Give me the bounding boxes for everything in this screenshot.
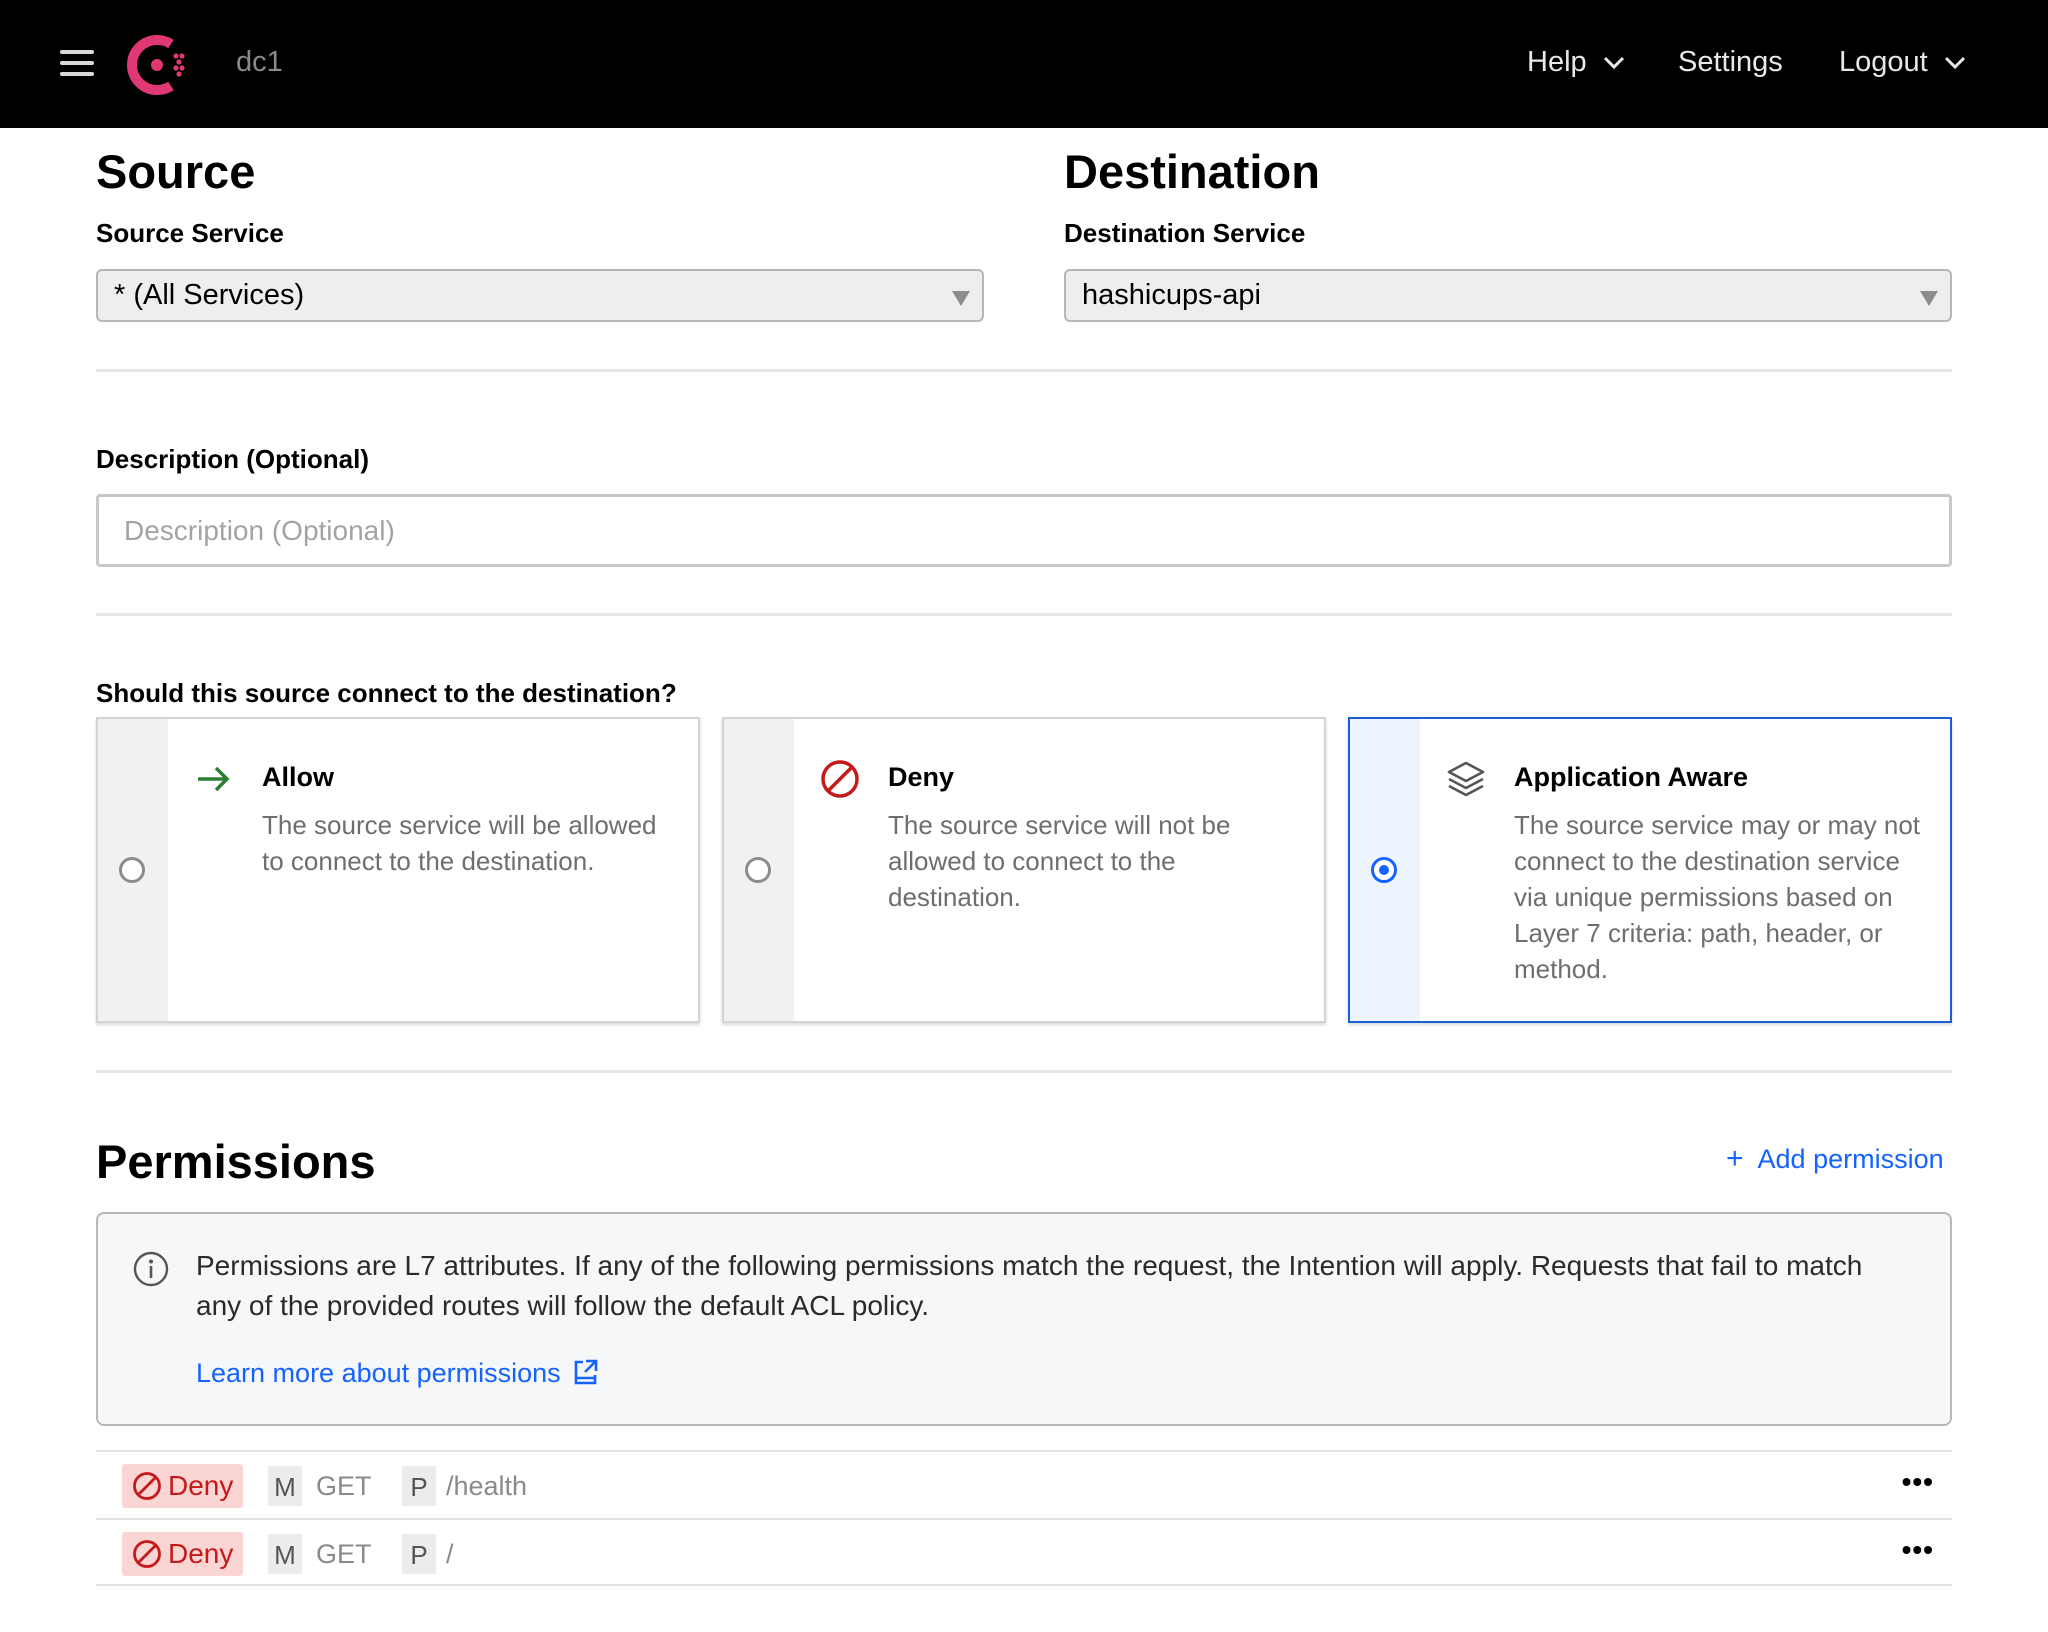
layers-icon <box>1447 761 1485 797</box>
deny-badge: Deny <box>122 1464 244 1508</box>
chevron-down-icon <box>1944 57 1965 70</box>
dropdown-caret-icon <box>952 291 970 306</box>
info-icon <box>133 1251 169 1287</box>
destination-service-label: Destination Service <box>1064 218 1306 248</box>
option-description: The source service will be allowed to co… <box>262 810 657 876</box>
method-value: GET <box>316 1539 372 1569</box>
divider <box>96 1070 1952 1073</box>
help-label: Help <box>1527 46 1587 78</box>
divider <box>96 613 1952 616</box>
deny-icon <box>821 760 859 798</box>
option-description: The source service will not be allowed t… <box>888 810 1231 912</box>
arrow-right-icon <box>198 766 230 792</box>
source-service-value: * (All Services) <box>114 279 305 311</box>
destination-heading: Destination <box>1064 145 1320 198</box>
option-title: Application Aware <box>1514 762 1749 792</box>
dropdown-caret-icon <box>1920 291 1938 306</box>
deny-badge: Deny <box>122 1532 244 1576</box>
source-service-label: Source Service <box>96 218 284 248</box>
path-value: / <box>446 1539 454 1569</box>
permission-action: Deny <box>168 1538 234 1569</box>
consul-logo-icon[interactable] <box>126 34 188 96</box>
divider <box>96 369 1952 372</box>
add-permission-button[interactable]: + Add permission <box>1726 1142 1944 1176</box>
logout-menu[interactable]: Logout <box>1839 46 1966 79</box>
connect-question: Should this source connect to the destin… <box>96 678 677 708</box>
permission-action: Deny <box>168 1470 234 1501</box>
chevron-down-icon <box>1603 57 1624 70</box>
method-value: GET <box>316 1471 372 1501</box>
row-actions-menu[interactable]: ••• <box>1902 1466 1934 1498</box>
notice-text: Permissions are L7 attributes. If any of… <box>196 1250 1863 1321</box>
deny-icon <box>133 1540 161 1568</box>
destination-service-value: hashicups-api <box>1082 279 1261 311</box>
destination-service-select[interactable]: hashicups-api <box>1064 269 1952 322</box>
option-title: Deny <box>888 762 955 792</box>
settings-link[interactable]: Settings <box>1678 46 1783 79</box>
method-key: M <box>268 1534 302 1574</box>
logout-label: Logout <box>1839 46 1928 78</box>
source-service-select[interactable]: * (All Services) <box>96 269 984 322</box>
deny-icon <box>133 1472 161 1500</box>
learn-more-link[interactable]: Learn more about permissions <box>196 1358 599 1389</box>
permission-row[interactable]: Deny M GET P /health ••• <box>96 1450 1952 1518</box>
permissions-notice: Permissions are L7 attributes. If any of… <box>96 1212 1952 1426</box>
deny-radio[interactable] <box>745 857 771 883</box>
path-key: P <box>402 1534 436 1574</box>
option-card-application-aware[interactable]: Application Aware The source service may… <box>1348 717 1952 1023</box>
method-key: M <box>268 1466 302 1506</box>
option-description: The source service may or may not connec… <box>1514 810 1921 984</box>
plus-icon: + <box>1726 1142 1744 1175</box>
path-value: /health <box>446 1471 528 1501</box>
application-aware-radio[interactable] <box>1371 857 1397 883</box>
option-title: Allow <box>262 762 334 792</box>
allow-radio[interactable] <box>119 857 145 883</box>
external-link-icon <box>574 1359 597 1385</box>
learn-more-label: Learn more about permissions <box>196 1358 561 1388</box>
option-card-allow[interactable]: Allow The source service will be allowed… <box>96 717 700 1023</box>
permission-row[interactable]: Deny M GET P / ••• <box>96 1518 1952 1586</box>
source-heading: Source <box>96 145 256 198</box>
datacenter-label[interactable]: dc1 <box>236 46 283 79</box>
option-card-deny[interactable]: Deny The source service will not be allo… <box>722 717 1326 1023</box>
description-input[interactable] <box>96 494 1952 567</box>
path-key: P <box>402 1466 436 1506</box>
top-nav-bar: dc1 Help Settings Logout <box>0 0 2048 128</box>
add-permission-label: Add permission <box>1757 1144 1944 1174</box>
help-menu[interactable]: Help <box>1527 46 1625 79</box>
permissions-heading: Permissions <box>96 1135 376 1188</box>
row-actions-menu[interactable]: ••• <box>1902 1534 1934 1566</box>
description-label: Description (Optional) <box>96 444 369 474</box>
menu-icon[interactable] <box>60 50 94 78</box>
